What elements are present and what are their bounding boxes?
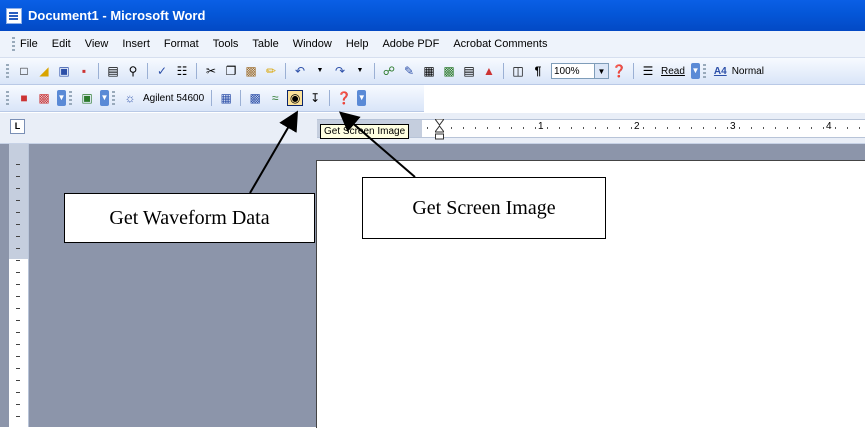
arrow-to-waveform-button bbox=[249, 110, 299, 194]
annotation-arrows bbox=[249, 110, 416, 194]
arrow-to-screen-image-button bbox=[338, 111, 416, 178]
